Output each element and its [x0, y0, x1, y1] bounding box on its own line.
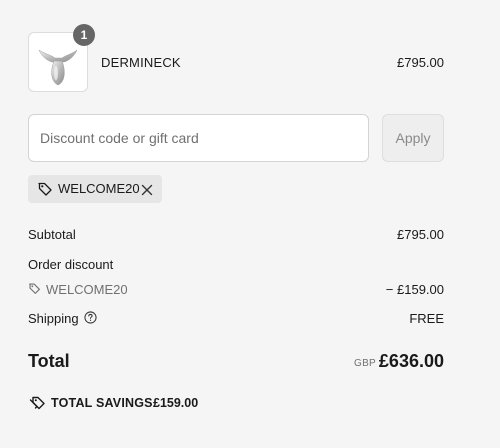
- subtotal-label: Subtotal: [28, 227, 76, 242]
- remove-discount-icon[interactable]: [141, 183, 153, 201]
- total-savings-value: £159.00: [153, 396, 199, 410]
- product-name: DERMINECK: [101, 55, 181, 70]
- tag-icon: [37, 181, 53, 202]
- total-currency: GBP: [354, 358, 377, 369]
- help-circle-icon[interactable]: [84, 311, 97, 329]
- total-label: Total: [28, 351, 70, 371]
- applied-discount-chip: WELCOME20: [28, 175, 162, 203]
- discount-value: − £159.00: [385, 282, 444, 297]
- discount-tag-icon: [28, 282, 41, 300]
- total-value: £636.00: [378, 351, 444, 371]
- order-discount-label: Order discount: [28, 257, 114, 272]
- double-tag-icon: [28, 395, 46, 416]
- subtotal-value: £795.00: [397, 227, 444, 242]
- cart-line-item: 1 DERMINECK £795.00: [28, 24, 444, 92]
- product-price: £795.00: [397, 55, 444, 70]
- discount-code-input[interactable]: [28, 114, 369, 162]
- quantity-badge: 1: [73, 24, 95, 46]
- applied-code-label: WELCOME20: [58, 181, 140, 196]
- shipping-value: FREE: [409, 311, 444, 326]
- total-savings-label: TOTAL SAVINGS: [51, 396, 153, 410]
- discount-code-text: WELCOME20: [46, 282, 128, 297]
- apply-discount-button[interactable]: Apply: [382, 114, 444, 162]
- shipping-label: Shipping: [28, 311, 79, 326]
